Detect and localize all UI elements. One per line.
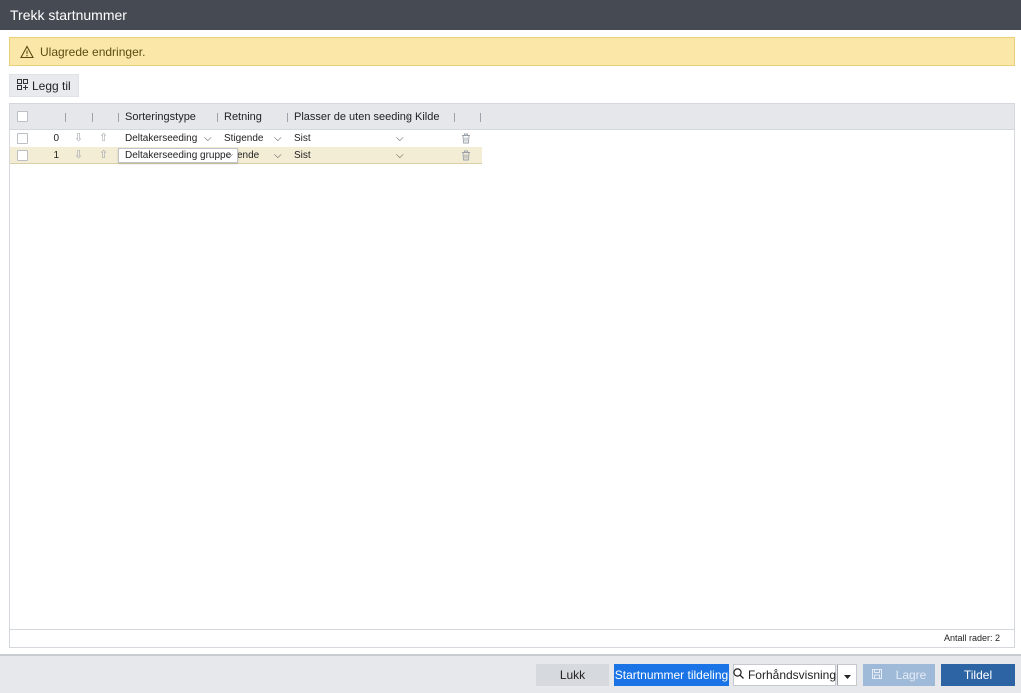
table-row[interactable]: 1 ⇩ ⇧ ende ⌵ Sist ⌵ Deltakerseeding grup… — [10, 147, 482, 164]
column-separator[interactable] — [118, 113, 119, 122]
move-down-arrow-icon[interactable]: ⇩ — [74, 147, 83, 164]
chevron-down-icon[interactable]: ⌵ — [225, 149, 233, 162]
save-label: Lagre — [895, 668, 927, 682]
warning-text: Ulagrede endringer. — [40, 44, 146, 59]
sorting-grid: Sorteringstype Retning Plasser de uten s… — [9, 103, 1015, 648]
add-button[interactable]: Legg til — [9, 74, 79, 97]
save-disk-icon — [871, 664, 882, 686]
column-separator[interactable] — [217, 113, 218, 122]
preview-label: Forhåndsvisning — [747, 668, 837, 682]
assign-numbers-button[interactable]: Startnummer tildeling — [614, 664, 729, 686]
unseeded-select[interactable]: Sist — [294, 130, 311, 147]
delete-trash-icon[interactable] — [461, 130, 471, 147]
row-checkbox[interactable] — [17, 150, 28, 161]
caret-down-icon — [843, 669, 851, 683]
column-separator[interactable] — [287, 113, 288, 122]
grid-footer: Antall rader: 2 — [10, 629, 1014, 647]
column-header-source[interactable]: Kilde — [415, 104, 439, 130]
search-icon — [733, 664, 744, 686]
grid-header: Sorteringstype Retning Plasser de uten s… — [10, 104, 1014, 130]
chevron-down-icon[interactable]: ⌵ — [204, 130, 212, 147]
unsaved-warning-banner: Ulagrede endringer. — [9, 37, 1015, 66]
chevron-down-icon[interactable]: ⌵ — [274, 147, 282, 164]
add-grid-icon — [17, 78, 28, 93]
column-separator[interactable] — [92, 113, 93, 122]
move-up-arrow-icon[interactable]: ⇧ — [99, 147, 108, 164]
close-button[interactable]: Lukk — [536, 664, 609, 686]
preview-button[interactable]: Forhåndsvisning — [733, 664, 836, 686]
add-button-label: Legg til — [32, 78, 71, 93]
direction-select[interactable]: ende — [237, 147, 259, 164]
save-button[interactable]: Lagre — [863, 664, 935, 686]
column-header-direction[interactable]: Retning — [224, 104, 262, 130]
table-row[interactable]: 0 ⇩ ⇧ Deltakerseeding ⌵ Stigende ⌵ Sist … — [10, 130, 482, 147]
chevron-down-icon[interactable]: ⌵ — [396, 130, 404, 147]
row-index: 1 — [53, 150, 59, 161]
chevron-down-icon[interactable]: ⌵ — [274, 130, 282, 147]
column-header-sort-type[interactable]: Sorteringstype — [125, 104, 196, 130]
chevron-down-icon[interactable]: ⌵ — [396, 147, 404, 164]
column-header-unseeded[interactable]: Plasser de uten seeding — [294, 104, 412, 130]
column-separator[interactable] — [408, 113, 409, 122]
select-all-checkbox[interactable] — [17, 111, 28, 122]
preview-dropdown-button[interactable] — [837, 664, 857, 686]
unseeded-select[interactable]: Sist — [294, 147, 311, 164]
dialog-footer: Lukk Startnummer tildeling Forhåndsvisni… — [0, 654, 1021, 693]
warning-triangle-icon — [20, 44, 34, 59]
sort-type-value: Deltakerseeding gruppe — [125, 150, 232, 161]
direction-select[interactable]: Stigende — [224, 130, 263, 147]
sort-type-select-open[interactable]: Deltakerseeding gruppe ⌵ — [118, 148, 238, 163]
row-index: 0 — [53, 133, 59, 144]
column-separator[interactable] — [65, 113, 66, 122]
assign-button[interactable]: Tildel — [941, 664, 1015, 686]
move-down-arrow-icon[interactable]: ⇩ — [74, 130, 83, 147]
column-separator[interactable] — [480, 113, 481, 122]
row-count: Antall rader: 2 — [943, 633, 1000, 643]
window-title: Trekk startnummer — [0, 0, 1021, 30]
sort-type-select[interactable]: Deltakerseeding — [125, 130, 197, 147]
move-up-arrow-icon[interactable]: ⇧ — [99, 130, 108, 147]
delete-trash-icon[interactable] — [461, 147, 471, 164]
column-separator[interactable] — [454, 113, 455, 122]
row-checkbox[interactable] — [17, 133, 28, 144]
